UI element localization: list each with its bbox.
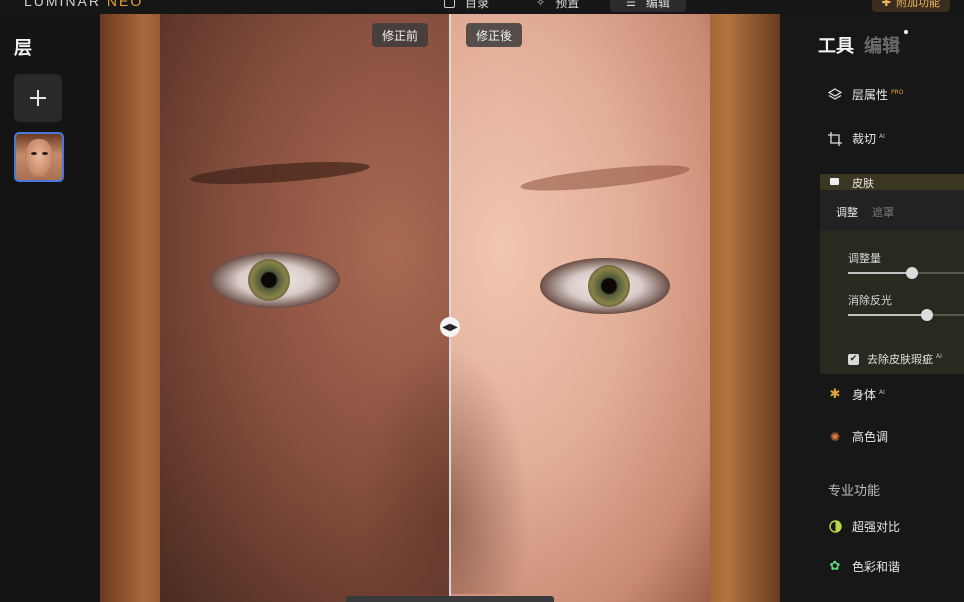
layers-panel: 层	[0, 14, 100, 602]
tool-high-key-label: 高色调	[852, 430, 889, 444]
presets-icon: ✧	[536, 0, 546, 9]
tool-layer-properties-label: 层属性	[852, 88, 889, 102]
color-harmony-icon: ✿	[829, 559, 841, 574]
pro-badge: PRO	[891, 89, 904, 96]
top-bar: LUMINAR NEO 目录 ✧ 预置 ☰ 编辑 ✚ 附加功能	[0, 0, 964, 14]
iris-right	[588, 265, 630, 307]
layer-thumbnail[interactable]	[14, 132, 64, 182]
thumbnail-eye-right	[42, 152, 48, 155]
ai-badge: AI	[879, 133, 885, 140]
tool-crop-label: 裁切	[852, 132, 877, 146]
addons-label: 附加功能	[896, 0, 940, 9]
tool-high-key[interactable]: ✺ 高色调	[828, 428, 888, 445]
split-handle[interactable]: ◀▶	[440, 317, 460, 337]
ai-badge: AI	[879, 389, 885, 396]
app-logo: LUMINAR NEO	[24, 0, 143, 9]
amount-slider[interactable]	[848, 267, 964, 279]
skin-defects-label: 去除皮肤瑕疵	[867, 353, 933, 366]
thumbnail-eye-left	[31, 152, 37, 155]
body-icon: ✱	[829, 387, 841, 402]
nav-edit[interactable]: ☰ 编辑	[610, 0, 686, 12]
edits-indicator-dot	[904, 30, 908, 34]
logo-accent-text: NEO	[106, 0, 144, 9]
tools-panel: 工具 编辑 层属性 PRO 裁切 AI 皮肤 调整 遮罩 调整量 消除反光 ✔ …	[780, 14, 964, 602]
nav-presets-label: 预置	[555, 0, 580, 10]
tool-body[interactable]: ✱ 身体 AI	[828, 386, 885, 403]
tab-tools[interactable]: 工具	[818, 32, 854, 58]
addons-button[interactable]: ✚ 附加功能	[871, 0, 950, 12]
after-label: 修正後	[466, 23, 523, 47]
image-canvas[interactable]: ◀▶ 修正前 修正後	[100, 14, 780, 602]
puzzle-icon: ✚	[881, 0, 891, 9]
pro-section-title: 专业功能	[828, 484, 881, 499]
amount-slider-label: 调整量	[848, 252, 881, 265]
tab-edits[interactable]: 编辑	[864, 30, 908, 58]
tool-supercontrast-label: 超强对比	[852, 520, 901, 534]
bottom-toolbar-edge	[346, 596, 554, 602]
nav-catalog[interactable]: 目录	[444, 0, 489, 12]
add-layer-button[interactable]	[14, 74, 62, 122]
tool-body-label: 身体	[852, 388, 877, 402]
nav-presets[interactable]: ✧ 预置	[536, 0, 579, 12]
amount-slider-thumb[interactable]	[905, 267, 918, 279]
shine-removal-slider-label: 消除反光	[848, 294, 892, 307]
tab-edits-label: 编辑	[864, 36, 900, 57]
tool-supercontrast[interactable]: 超强对比	[828, 518, 900, 535]
sun-icon: ✺	[829, 429, 841, 444]
crop-icon	[828, 131, 842, 146]
amount-slider-fill	[848, 272, 912, 274]
iris-left	[248, 259, 290, 301]
skin-tool-label: 皮肤	[852, 177, 874, 190]
shine-removal-slider-thumb[interactable]	[920, 309, 933, 321]
before-label: 修正前	[372, 23, 429, 47]
shine-removal-slider-fill	[848, 314, 927, 316]
nose-shadow	[360, 344, 530, 594]
edit-sliders-icon: ☰	[626, 0, 636, 9]
skin-defects-checkbox[interactable]: ✔	[848, 353, 859, 365]
tool-color-harmony-label: 色彩和谐	[852, 560, 901, 574]
subtab-adjust[interactable]: 调整	[836, 204, 858, 220]
logo-text: LUMINAR	[24, 0, 107, 9]
skin-controls: 调整量 消除反光 ✔ 去除皮肤瑕疵 AI	[820, 230, 964, 374]
nav-catalog-label: 目录	[465, 0, 490, 10]
tool-color-harmony[interactable]: ✿ 色彩和谐	[828, 558, 900, 575]
layers-icon	[828, 87, 842, 102]
subtab-mask[interactable]: 遮罩	[872, 204, 894, 220]
tool-crop[interactable]: 裁切 AI	[828, 130, 885, 147]
skin-tool-header[interactable]: 皮肤	[820, 174, 964, 190]
tool-layer-properties[interactable]: 层属性 PRO	[828, 86, 904, 103]
shine-removal-slider[interactable]	[848, 309, 964, 321]
thumbnail-face	[25, 139, 53, 177]
ai-badge: AI	[936, 353, 942, 361]
panel-tabs: 工具 编辑	[818, 30, 908, 58]
layers-title: 层	[14, 38, 32, 59]
skin-icon	[830, 178, 839, 185]
plus-icon	[30, 90, 46, 106]
contrast-icon	[828, 520, 842, 534]
skin-defects-checkbox-row[interactable]: ✔ 去除皮肤瑕疵 AI	[848, 351, 942, 367]
split-divider[interactable]	[449, 14, 451, 602]
skin-tool-panel: 皮肤 调整 遮罩 调整量 消除反光 ✔ 去除皮肤瑕疵 AI	[820, 174, 964, 374]
nav-edit-label: 编辑	[645, 0, 670, 10]
skin-subtabs: 调整 遮罩	[820, 198, 964, 226]
catalog-icon	[444, 0, 455, 8]
